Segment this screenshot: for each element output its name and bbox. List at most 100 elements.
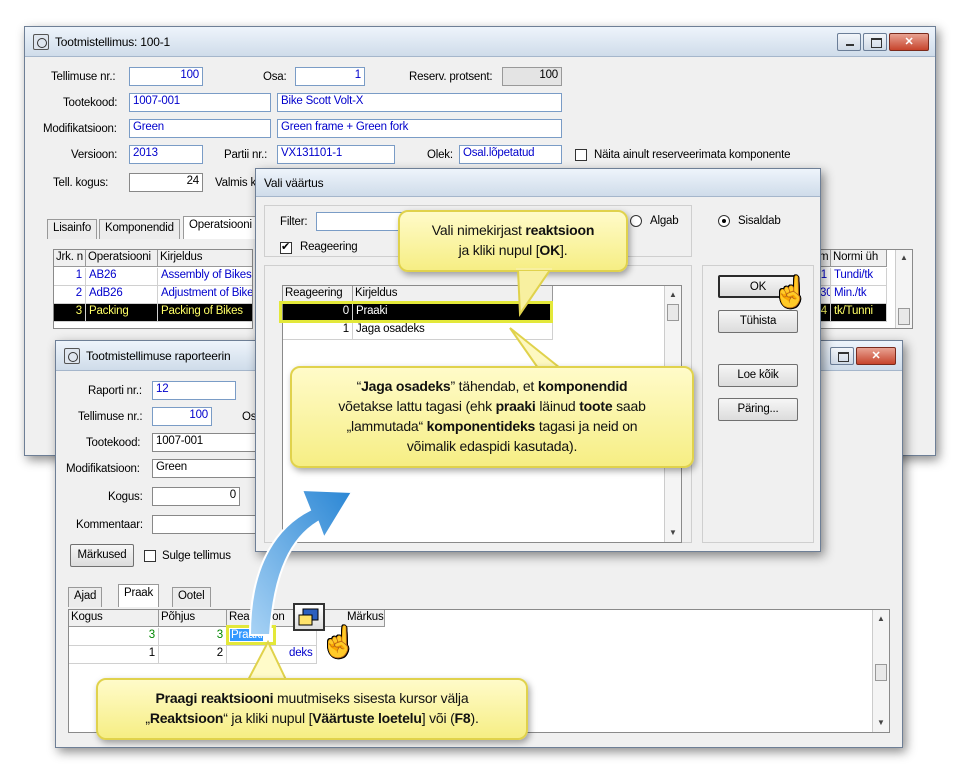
table-cell[interactable]: Assembly of Bikes [158,268,252,286]
partii-field[interactable]: VX131101-1 [277,145,395,164]
table-cell[interactable]: Adjustment of Bike [158,286,252,304]
hand-cursor-icon: ☝ [320,626,358,659]
table-row-selected[interactable]: 3 [54,304,86,322]
callout-text-bold: praaki [495,398,536,414]
sisaldab-radio[interactable] [718,215,730,227]
sulge-tellimus-checkbox[interactable] [144,550,156,562]
tellimuse-nr-label: Tellimuse nr.: [51,71,116,83]
sisaldab-label: Sisaldab [738,215,781,227]
callout-text: muutmiseks sisesta kursor välja [273,690,469,706]
table-cell[interactable]: 2 [159,646,227,664]
callout-text: ” tähendab, et [450,378,538,394]
tab-praak[interactable]: Praak [118,584,160,607]
tootekood-label: Tootekood: [63,97,118,109]
tab-operatsioonid[interactable]: Operatsiooni [183,216,258,239]
modifikatsiooni-kirjeldus-field[interactable]: Green frame + Green fork [277,119,562,138]
table-row[interactable]: 2 [54,286,86,304]
modifikatsioon-field[interactable]: Green [129,119,271,138]
tab-ajad[interactable]: Ajad [68,587,103,607]
callout-text-bold: Reaktsioon [149,710,224,726]
tootekood-field[interactable]: 1007-001 [152,433,256,452]
callout-text-bold: OK [539,242,561,258]
algab-label: Algab [650,215,679,227]
table-cell[interactable]: Min./tk [831,286,887,304]
callout-text: Vali nimekirjast [431,222,526,238]
callout-text: tagasi ja neid on [535,418,638,434]
close-button[interactable] [856,347,896,365]
table-cell[interactable]: AB26 [86,268,158,286]
operations-grid: Jrk. n Operatsiooni Kirjeldus 1 AB26 Ass… [53,249,253,329]
scroll-thumb[interactable] [875,664,887,681]
scroll-thumb[interactable] [898,308,910,325]
maximize-button[interactable] [830,347,854,365]
olek-field[interactable]: Osal.lõpetatud [459,145,562,164]
reserv-label: Reserv. protsent: [409,71,493,83]
tellimuse-nr-field[interactable]: 100 [129,67,203,86]
tootekood-field[interactable]: 1007-001 [129,93,271,112]
callout-pointer [516,268,552,318]
naita-label: Näita ainult reserveerimata komponente [594,149,791,161]
naita-checkbox[interactable] [575,149,587,161]
scroll-down-icon[interactable]: ▼ [877,718,885,727]
toote-nimi-field[interactable]: Bike Scott Volt-X [277,93,562,112]
tab-komponendid[interactable]: Komponendid [99,219,180,239]
tell-kogus-field[interactable]: 24 [129,173,203,192]
scroll-up-icon[interactable]: ▲ [877,614,885,623]
table-cell[interactable]: 1 [69,646,159,664]
callout-text: läinud [535,398,580,414]
callout-text: saab [612,398,646,414]
praak-scrollbar[interactable]: ▲ ▼ [872,610,889,732]
table-cell[interactable]: Tundi/tk [831,268,887,286]
dialog-title: Vali väärtus [264,176,324,190]
col-jrk[interactable]: Jrk. n [54,250,86,267]
tab-lisainfo[interactable]: Lisainfo [47,219,98,239]
minimize-button[interactable] [837,33,861,51]
scroll-down-icon[interactable]: ▼ [669,528,677,537]
maximize-button[interactable] [863,33,887,51]
window-title: Tootmistellimus: 100-1 [55,35,170,49]
table-cell[interactable]: 3 [69,628,159,646]
filter-label: Filter: [280,216,308,228]
valmis-label: Valmis k [215,177,256,189]
col-pohjus[interactable]: Põhjus [159,610,227,627]
scroll-up-icon[interactable]: ▲ [669,290,677,299]
callout-text: ]. [560,242,568,258]
reageering-checkbox[interactable] [280,240,292,254]
raporti-nr-field[interactable]: 12 [152,381,236,400]
tell-kogus-label: Tell. kogus: [53,177,109,189]
close-button[interactable] [889,33,929,51]
callout-pointer [509,327,563,370]
col-kogus[interactable]: Kogus [69,610,159,627]
app-icon [33,34,49,50]
modifikatsioon-label: Modifikatsioon: [66,463,140,475]
algab-radio[interactable] [630,215,642,227]
app-icon [64,348,80,364]
callout-reaktsioon-field: Praagi reaktsiooni muutmiseks sisesta ku… [96,678,528,740]
kogus-field[interactable]: 0 [152,487,240,506]
table-cell[interactable]: 3 [159,628,227,646]
osa-field[interactable]: 1 [295,67,365,86]
tellimuse-nr-field[interactable]: 100 [152,407,212,426]
table-cell[interactable]: AdB26 [86,286,158,304]
table-row[interactable]: 1 [54,268,86,286]
markused-button[interactable]: Märkused [70,544,134,567]
ops-scrollbar[interactable]: ▲ [895,250,912,328]
versioon-field[interactable]: 2013 [129,145,203,164]
scroll-up-icon[interactable]: ▲ [900,253,908,262]
col-normi-uh[interactable]: Normi üh [831,250,887,267]
sulge-tellimus-label: Sulge tellimus [162,550,231,562]
table-cell[interactable]: Packing of Bikes [158,304,252,322]
table-cell[interactable]: Packing [86,304,158,322]
tab-ootel[interactable]: Ootel [172,587,211,607]
tuhista-button[interactable]: Tühista [718,310,798,333]
col-operatsioon[interactable]: Operatsiooni [86,250,158,267]
list-item[interactable]: 1 [283,322,353,340]
col-kirjeldus[interactable]: Kirjeldus [158,250,252,267]
title-bar: Tootmistellimus: 100-1 [25,27,935,57]
callout-text: võimalik edaspidi kasutada). [406,438,578,454]
paring-button[interactable]: Päring... [718,398,798,421]
scroll-thumb[interactable] [667,304,679,321]
loe-koik-button[interactable]: Loe kõik [718,364,798,387]
tellimuse-nr-label: Tellimuse nr.: [78,411,143,423]
table-cell[interactable]: tk/Tunni [831,304,887,322]
